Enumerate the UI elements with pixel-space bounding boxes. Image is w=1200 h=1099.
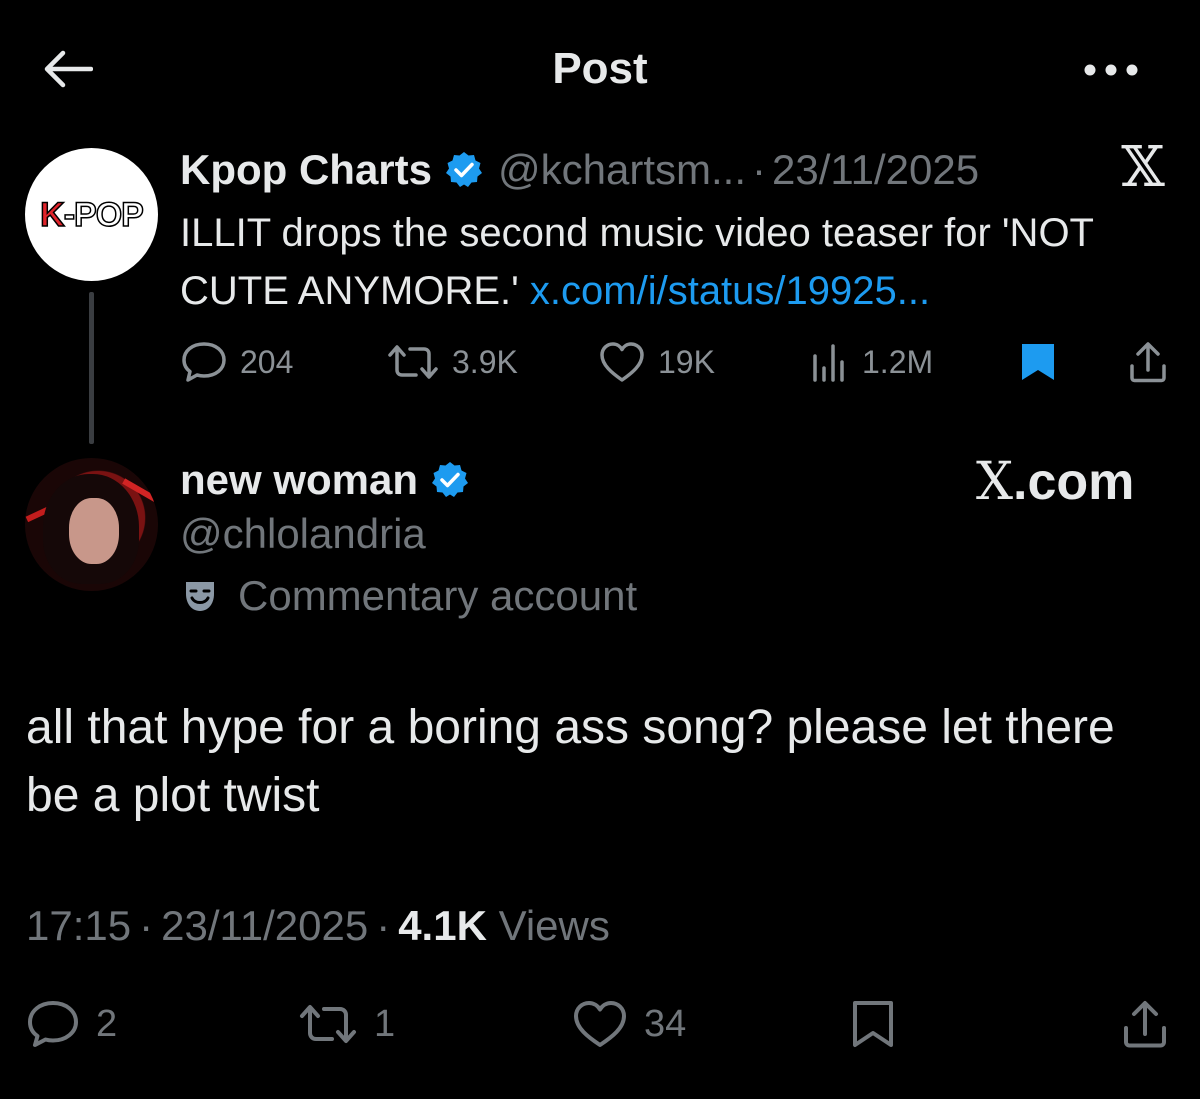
avatar-face (69, 498, 119, 564)
repost-icon (388, 345, 438, 379)
x-logo-icon: 𝕏 (1121, 135, 1165, 200)
top-bar: Post (0, 0, 1200, 140)
heart-icon (574, 1001, 626, 1047)
quoted-post-text[interactable]: ILLIT drops the second music video tease… (180, 204, 1180, 320)
quoted-like-button[interactable]: 19K (598, 336, 715, 388)
bookmark-filled-icon (1022, 344, 1054, 380)
separator-dot: · (752, 146, 767, 193)
quoted-post-link[interactable]: x.com/i/status/19925... (530, 269, 930, 313)
main-author-row: new woman (180, 454, 484, 506)
quoted-repost-count: 3.9K (452, 343, 518, 380)
views-label: Views (486, 902, 610, 949)
meta-separator: · (139, 902, 154, 949)
quoted-bookmark-button[interactable] (1018, 336, 1070, 388)
quoted-author-handle[interactable]: @kchartsm... (498, 146, 746, 194)
repost-count: 1 (374, 1002, 396, 1045)
more-horizontal-icon (1084, 64, 1138, 76)
theater-mask-icon (186, 582, 214, 611)
thread-connector (89, 292, 94, 444)
bookmark-icon (853, 1001, 893, 1047)
repost-icon (300, 1005, 356, 1043)
main-author-name[interactable]: new woman (180, 456, 418, 504)
bookmark-button[interactable] (850, 994, 912, 1054)
like-count: 34 (644, 1002, 687, 1045)
quoted-like-count: 19K (658, 343, 715, 380)
reply-button[interactable]: 2 (26, 994, 117, 1054)
repost-button[interactable]: 1 (298, 994, 395, 1054)
reply-count: 2 (96, 1002, 118, 1045)
quoted-reply-button[interactable]: 204 (180, 336, 293, 388)
quoted-post-date[interactable]: 23/11/2025 (772, 146, 979, 194)
more-button[interactable] (1078, 50, 1144, 90)
quoted-author-name[interactable]: Kpop Charts (180, 146, 432, 194)
share-icon (1130, 342, 1166, 383)
views-chart-icon (813, 344, 844, 382)
share-button[interactable] (1120, 994, 1186, 1054)
meta-separator: · (376, 902, 391, 949)
post-time[interactable]: 17:15 (26, 902, 131, 950)
main-author-handle[interactable]: @chlolandria (180, 510, 426, 558)
quoted-post-actions: 204 3.9K 19K 1.2M (180, 336, 1170, 388)
views-count: 4.1K (398, 902, 487, 949)
main-post-body: all that hype for a boring ass song? ple… (26, 701, 1115, 822)
quoted-views-count: 1.2M (862, 343, 934, 380)
quoted-repost-button[interactable]: 3.9K (386, 336, 518, 388)
share-icon (1124, 1001, 1166, 1048)
like-button[interactable]: 34 (572, 994, 686, 1054)
reply-icon (28, 1001, 78, 1047)
quoted-reply-count: 204 (240, 343, 294, 380)
kpop-charts-avatar[interactable]: K-POP (25, 148, 158, 281)
new-woman-avatar[interactable] (25, 458, 158, 591)
verified-badge-icon (430, 460, 470, 500)
quoted-views-button[interactable]: 1.2M (810, 336, 933, 388)
kpop-logo: K-POP (39, 195, 144, 234)
account-label-text: Commentary account (238, 572, 638, 619)
quoted-post-header: Kpop Charts @kchartsm... · 23/11/2025 (180, 144, 979, 196)
post-meta: 17:15 · 23/11/2025 · 4.1K Views (26, 900, 610, 952)
main-post-actions: 2 1 34 (0, 994, 1200, 1054)
post-date[interactable]: 23/11/2025 (161, 902, 368, 950)
heart-icon (600, 342, 644, 382)
account-label: Commentary account (182, 570, 637, 622)
reply-icon (182, 342, 226, 382)
page-title: Post (552, 44, 648, 93)
quoted-share-button[interactable] (1126, 336, 1182, 388)
x-com-watermark: X.com (976, 452, 1135, 512)
verified-badge-icon (444, 150, 484, 190)
